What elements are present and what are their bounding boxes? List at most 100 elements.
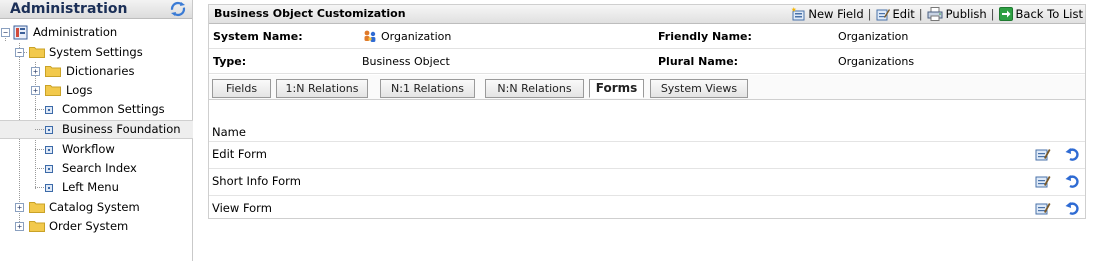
tree-item-dictionaries[interactable]: + Dictionaries — [0, 62, 193, 81]
tree-item-label: Business Foundation — [62, 122, 181, 136]
organization-icon — [364, 30, 376, 42]
edit-form-icon[interactable] — [1035, 147, 1051, 161]
tree-item-label: Catalog System — [49, 200, 140, 214]
edit-form-icon[interactable] — [1035, 201, 1051, 215]
edit-button[interactable]: Edit — [876, 5, 915, 23]
tree-item-label: Administration — [33, 25, 118, 39]
publish-label: Publish — [945, 7, 987, 21]
plural-name-label: Plural Name: — [658, 55, 739, 68]
type-value: Business Object — [362, 55, 450, 68]
tree-item-left-menu[interactable]: Left Menu — [0, 178, 193, 197]
object-properties: System Name: Organization Friendly Name:… — [209, 24, 1085, 74]
tree-item-logs[interactable]: + Logs — [0, 81, 193, 100]
plural-name-value: Organizations — [838, 55, 915, 68]
undo-icon[interactable] — [1065, 174, 1079, 188]
edit-form-icon[interactable] — [1035, 174, 1051, 188]
tree-item-catalog-system[interactable]: + Catalog System — [0, 198, 193, 217]
new-field-icon — [791, 7, 805, 21]
tab-nn-relations[interactable]: N:N Relations — [485, 79, 584, 98]
friendly-name-value: Organization — [838, 30, 909, 43]
tree-item-business-foundation[interactable]: Business Foundation — [0, 120, 193, 139]
tree-item-label: Common Settings — [62, 102, 165, 116]
tree-connector — [35, 109, 44, 110]
table-row: Short Info Form — [209, 168, 1085, 195]
toolbar-separator: | — [918, 7, 923, 21]
system-name-value: Organization — [381, 30, 452, 43]
page-icon — [45, 146, 53, 154]
tree-connector — [35, 168, 44, 169]
property-row: System Name: Organization Friendly Name:… — [209, 24, 1085, 49]
refresh-icon[interactable] — [170, 1, 186, 17]
expand-icon[interactable]: + — [15, 203, 24, 212]
publish-button[interactable]: Publish — [927, 5, 987, 23]
folder-icon — [45, 66, 61, 77]
collapse-icon[interactable]: − — [15, 48, 24, 57]
tree-item-label: Dictionaries — [66, 64, 135, 78]
publish-icon — [927, 7, 943, 21]
tree-item-label: Logs — [66, 83, 93, 97]
page-icon — [45, 184, 53, 192]
form-name: View Form — [212, 201, 272, 215]
tree-item-search-index[interactable]: Search Index — [0, 159, 193, 178]
expand-icon[interactable]: + — [31, 86, 40, 95]
new-field-button[interactable]: New Field — [791, 5, 864, 23]
tab-system-views[interactable]: System Views — [650, 79, 748, 98]
panel-header: Business Object Customization New Field … — [209, 5, 1085, 24]
column-header-name: Name — [212, 125, 246, 139]
tab-fields[interactable]: Fields — [212, 79, 271, 98]
back-to-list-label: Back To List — [1015, 7, 1083, 21]
row-actions — [1035, 147, 1079, 161]
panel-title: Business Object Customization — [214, 7, 406, 20]
folder-icon — [45, 85, 61, 96]
tree-item-system-settings[interactable]: − System Settings — [0, 43, 193, 62]
toolbar-separator: | — [867, 7, 872, 21]
tree-item-label: System Settings — [49, 45, 143, 59]
tab-n1-relations[interactable]: N:1 Relations — [380, 79, 475, 98]
business-object-panel: Business Object Customization New Field … — [208, 4, 1086, 219]
form-name: Short Info Form — [212, 174, 301, 188]
property-row: Type: Business Object Plural Name: Organ… — [209, 49, 1085, 74]
tab-forms[interactable]: Forms — [589, 79, 644, 98]
tree-item-administration[interactable]: − Administration — [0, 23, 193, 42]
expand-icon[interactable]: + — [15, 222, 24, 231]
table-row: Edit Form — [209, 141, 1085, 168]
edit-label: Edit — [892, 7, 915, 21]
row-actions — [1035, 201, 1079, 215]
tree-connector — [35, 129, 44, 130]
edit-icon — [876, 9, 890, 21]
toolbar: New Field | Edit | Publish | Back To Lis… — [791, 5, 1083, 23]
page-icon — [45, 126, 53, 134]
navigation-tree-panel: Administration − Administration − System… — [0, 0, 193, 261]
page-icon — [45, 165, 53, 173]
collapse-icon[interactable]: − — [1, 28, 10, 37]
page-icon — [45, 106, 53, 114]
administration-icon — [13, 25, 28, 40]
tree-item-common-settings[interactable]: Common Settings — [0, 100, 193, 119]
tree-connector — [35, 149, 44, 150]
tree-item-workflow[interactable]: Workflow — [0, 140, 193, 159]
tree-connector — [35, 187, 44, 188]
folder-icon — [29, 221, 45, 232]
back-to-list-button[interactable]: Back To List — [998, 5, 1083, 23]
tree-item-label: Left Menu — [62, 180, 119, 194]
table-row: View Form — [209, 195, 1085, 222]
tree-item-label: Workflow — [62, 142, 115, 156]
tab-bar: Fields 1:N Relations N:1 Relations N:N R… — [209, 75, 1085, 100]
tree-item-order-system[interactable]: + Order System — [0, 217, 193, 236]
friendly-name-label: Friendly Name: — [658, 30, 752, 43]
undo-icon[interactable] — [1065, 147, 1079, 161]
expand-icon[interactable]: + — [31, 67, 40, 76]
folder-icon — [29, 47, 45, 58]
tree-header: Administration — [0, 0, 192, 19]
back-arrow-icon — [998, 7, 1013, 21]
tab-1n-relations[interactable]: 1:N Relations — [276, 79, 368, 98]
undo-icon[interactable] — [1065, 201, 1079, 215]
row-actions — [1035, 174, 1079, 188]
system-name-label: System Name: — [213, 30, 303, 43]
toolbar-separator: | — [990, 7, 995, 21]
folder-icon — [29, 202, 45, 213]
tree-item-label: Order System — [49, 219, 129, 233]
tree-title: Administration — [10, 1, 128, 17]
type-label: Type: — [213, 55, 247, 68]
new-field-label: New Field — [808, 7, 864, 21]
